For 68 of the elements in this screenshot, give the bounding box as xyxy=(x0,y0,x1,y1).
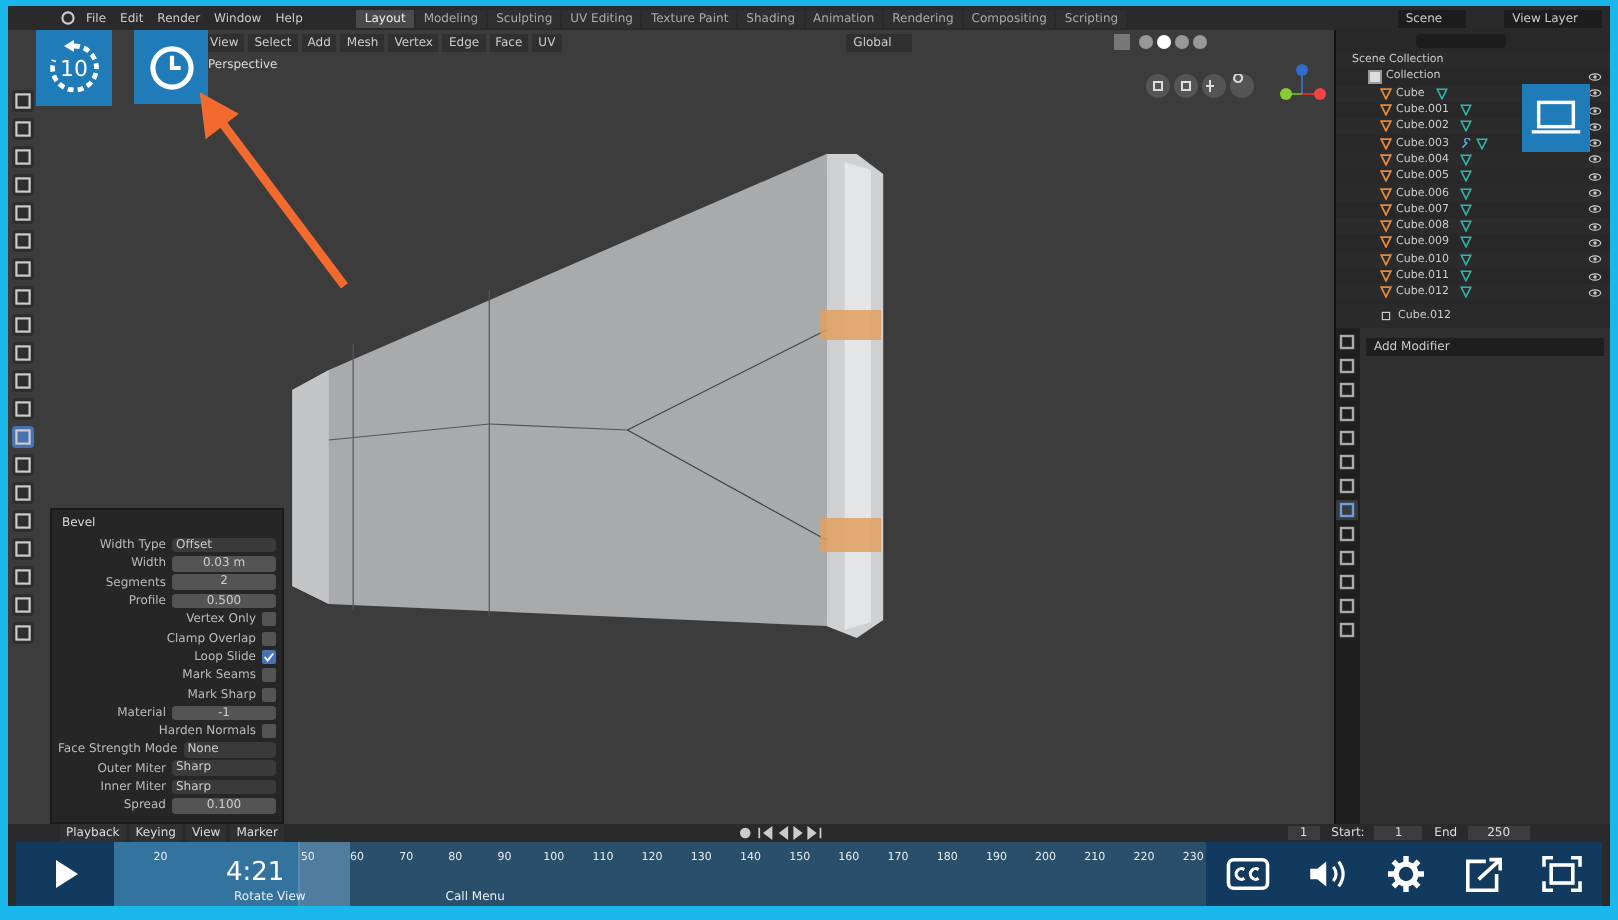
eye-icon[interactable] xyxy=(1588,88,1602,99)
laptop-icon xyxy=(1530,96,1582,140)
tool-icon[interactable] xyxy=(12,594,34,616)
tool-icon[interactable] xyxy=(12,622,34,644)
cube-icon xyxy=(1380,310,1392,322)
wrench-icon[interactable] xyxy=(1460,137,1473,150)
tool-icon[interactable] xyxy=(12,202,34,224)
tool-icon[interactable] xyxy=(12,118,34,140)
rewind-icon xyxy=(44,38,104,98)
eye-icon[interactable] xyxy=(1588,171,1602,182)
tool-icon[interactable] xyxy=(12,258,34,280)
properties-tab-icon[interactable] xyxy=(1336,452,1358,472)
tool-icon[interactable] xyxy=(12,566,34,588)
eye-icon[interactable] xyxy=(1588,221,1602,232)
properties-tab-icon[interactable] xyxy=(1336,524,1358,544)
rewind-10-button[interactable]: 10 xyxy=(36,30,112,106)
tool-icon[interactable] xyxy=(12,90,34,112)
tool-icon[interactable] xyxy=(12,426,34,448)
properties-tab-icon[interactable] xyxy=(1336,476,1358,496)
eye-icon[interactable] xyxy=(1588,105,1602,116)
tool-icon[interactable] xyxy=(12,342,34,364)
time-label: 4:21 xyxy=(226,858,285,888)
eye-icon[interactable] xyxy=(1588,204,1602,215)
tool-icon[interactable] xyxy=(12,146,34,168)
eye-icon[interactable] xyxy=(1588,287,1602,298)
properties-tab-icon[interactable] xyxy=(1336,356,1358,376)
properties-tab-icon[interactable] xyxy=(1336,332,1358,352)
play-button[interactable] xyxy=(16,842,114,906)
properties-tab-icon[interactable] xyxy=(1336,428,1358,448)
properties-tab-icon[interactable] xyxy=(1336,500,1358,520)
fullscreen-button[interactable] xyxy=(1538,852,1587,896)
play-icon xyxy=(53,860,77,888)
watch-later-button[interactable] xyxy=(134,30,208,104)
settings-button[interactable] xyxy=(1383,852,1428,896)
properties-tab-icon[interactable] xyxy=(1336,380,1358,400)
tool-icon[interactable] xyxy=(12,230,34,252)
eye-icon[interactable] xyxy=(1588,254,1602,265)
properties-tab-icon[interactable] xyxy=(1336,404,1358,424)
clock-icon xyxy=(145,41,197,93)
tool-icon[interactable] xyxy=(12,482,34,504)
laptop-button[interactable] xyxy=(1522,84,1590,152)
tool-icon[interactable] xyxy=(12,398,34,420)
properties-tab-icon[interactable] xyxy=(1336,572,1358,592)
tool-icon[interactable] xyxy=(12,538,34,560)
tool-icon[interactable] xyxy=(12,510,34,532)
properties-tab-icon[interactable] xyxy=(1336,620,1358,640)
eye-icon[interactable] xyxy=(1588,71,1602,82)
tool-icon[interactable] xyxy=(12,454,34,476)
tool-icon[interactable] xyxy=(12,174,34,196)
captions-button[interactable] xyxy=(1221,854,1274,894)
eye-icon[interactable] xyxy=(1588,154,1602,165)
tool-icon[interactable] xyxy=(12,370,34,392)
eye-icon[interactable] xyxy=(1588,138,1602,149)
properties-tab-icon[interactable] xyxy=(1336,596,1358,616)
checkbox[interactable] xyxy=(262,631,276,646)
properties-tab-icon[interactable] xyxy=(1336,548,1358,568)
checkbox[interactable] xyxy=(262,668,276,683)
eye-icon[interactable] xyxy=(1588,188,1602,199)
blender-logo-icon[interactable] xyxy=(60,10,76,26)
tool-icon[interactable] xyxy=(12,314,34,336)
tool-icon[interactable] xyxy=(12,286,34,308)
checkbox[interactable] xyxy=(262,687,276,702)
eye-icon[interactable] xyxy=(1588,121,1602,132)
eye-icon[interactable] xyxy=(1588,237,1602,248)
checkbox[interactable] xyxy=(1368,69,1382,84)
checkbox[interactable] xyxy=(262,724,276,739)
checkbox[interactable] xyxy=(262,612,276,627)
eye-icon[interactable] xyxy=(1588,271,1602,281)
